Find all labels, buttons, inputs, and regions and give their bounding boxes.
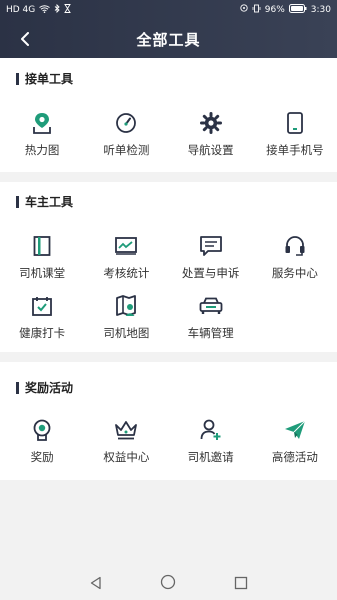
medal-icon: [30, 418, 54, 442]
tool-appeal[interactable]: 处置与申诉: [169, 234, 253, 294]
section-rewards: 奖励活动 奖励 权益中心 司机邀请 高德活动: [0, 362, 337, 480]
tool-label: 健康打卡: [19, 326, 66, 340]
back-triangle-icon[interactable]: [89, 575, 103, 594]
tool-label: 司机邀请: [187, 450, 234, 464]
location-status-icon: [240, 4, 248, 16]
tool-nav-settings[interactable]: 导航设置: [169, 111, 253, 171]
crown-icon: [114, 418, 138, 442]
tool-vehicle-management[interactable]: 车辆管理: [169, 294, 253, 354]
section-title: 奖励活动: [16, 382, 73, 394]
nav-row: 全部工具: [0, 20, 337, 58]
tool-label: 司机课堂: [19, 266, 66, 280]
message-icon: [199, 234, 223, 258]
tool-driver-invite[interactable]: 司机邀请: [169, 418, 253, 478]
top-bar: HD 4G 96% 3:30 全部工具: [0, 0, 337, 58]
headset-icon: [283, 234, 307, 258]
tool-amap-activity[interactable]: 高德活动: [253, 418, 337, 478]
book-icon: [30, 234, 54, 258]
tool-heatmap[interactable]: 热力图: [0, 111, 84, 171]
tool-reward[interactable]: 奖励: [0, 418, 84, 478]
gauge-icon: [114, 111, 138, 135]
tool-driver-map[interactable]: 司机地图: [84, 294, 168, 354]
phone-icon: [283, 111, 307, 135]
section-title: 车主工具: [16, 196, 73, 208]
clock-time: 3:30: [310, 5, 331, 15]
tool-order-check[interactable]: 听单检测: [84, 111, 168, 171]
tool-label: 接单手机号: [266, 143, 324, 157]
tool-assessment-stats[interactable]: 考核统计: [84, 234, 168, 294]
hourglass-icon: [64, 4, 72, 16]
vibrate-icon: [252, 4, 261, 16]
tool-label: 奖励: [30, 450, 54, 464]
system-nav-bar: [0, 568, 337, 600]
map-pin-icon: [30, 111, 54, 135]
recents-square-icon[interactable]: [234, 575, 248, 594]
carrier-text: HD 4G: [6, 5, 36, 15]
wifi-icon: [39, 4, 51, 16]
tool-benefits-center[interactable]: 权益中心: [84, 418, 168, 478]
tool-label: 处置与申诉: [181, 266, 240, 280]
tool-health-checkin[interactable]: 健康打卡: [0, 294, 84, 354]
tool-label: 权益中心: [103, 450, 150, 464]
tool-label: 考核统计: [103, 266, 150, 280]
tool-label: 车辆管理: [187, 326, 234, 340]
tool-label: 服务中心: [271, 266, 318, 280]
calendar-check-icon: [30, 294, 54, 318]
status-bar: HD 4G 96% 3:30: [0, 0, 337, 20]
tool-driver-class[interactable]: 司机课堂: [0, 234, 84, 294]
battery-icon: [288, 4, 307, 16]
tool-label: 高德活动: [271, 450, 318, 464]
tool-service-center[interactable]: 服务中心: [253, 234, 337, 294]
tool-label: 听单检测: [103, 143, 150, 157]
tool-label: 热力图: [24, 143, 60, 157]
section-order-tools: 接单工具 热力图 听单检测 导航设置 接单手机号: [0, 58, 337, 172]
driver-map-icon: [114, 294, 138, 318]
car-icon: [199, 294, 223, 318]
tool-label: 导航设置: [187, 143, 234, 157]
section-owner-tools: 车主工具 司机课堂 考核统计 处置与申诉 服务中心 健康打卡 司机地图 车辆管理: [0, 182, 337, 352]
user-add-icon: [199, 418, 223, 442]
battery-percent: 96%: [264, 5, 285, 15]
chevron-left-icon: [21, 32, 29, 46]
bluetooth-icon: [54, 3, 60, 16]
page-title: 全部工具: [136, 30, 201, 49]
tool-label: 司机地图: [103, 326, 150, 340]
tool-order-phone[interactable]: 接单手机号: [253, 111, 337, 171]
section-title: 接单工具: [16, 73, 73, 85]
home-circle-icon[interactable]: [160, 574, 176, 594]
paper-plane-icon: [283, 418, 307, 442]
chart-icon: [114, 234, 138, 258]
gear-icon: [199, 111, 223, 135]
back-button[interactable]: [14, 28, 36, 50]
